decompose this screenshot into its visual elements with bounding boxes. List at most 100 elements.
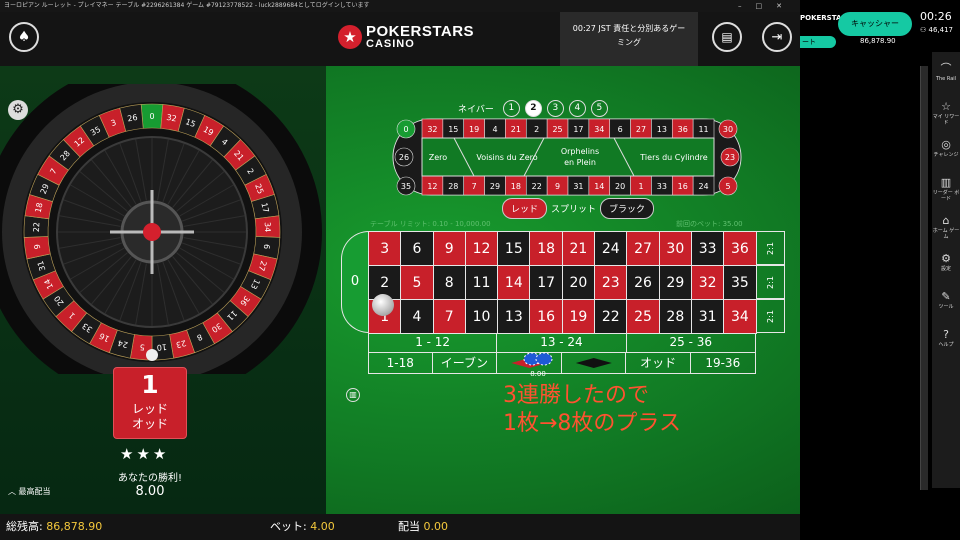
number-cell[interactable]: 22 — [595, 300, 628, 334]
neighbours-option[interactable]: 1 — [502, 100, 520, 117]
chip-stack[interactable]: 8.00 — [520, 351, 556, 379]
number-cell[interactable]: 21 — [562, 232, 596, 266]
lobby-menu-item[interactable]: ✎ ツール — [932, 290, 960, 310]
racetrack-label: 7 — [472, 182, 477, 191]
number-cell[interactable]: 26 — [627, 266, 660, 300]
number-cell[interactable]: 7 — [433, 300, 466, 334]
color-toggle[interactable]: レッド スプリット ブラック — [502, 198, 655, 219]
section-orphelins[interactable]: Orphelins — [561, 147, 599, 156]
dozen-bet[interactable]: 13 - 24 — [497, 333, 627, 353]
neighbours-option[interactable]: 4 — [568, 100, 586, 117]
statistics-icon[interactable]: ▥ — [346, 388, 360, 402]
number-cell[interactable]: 16 — [530, 300, 563, 334]
toggle-split[interactable]: スプリット — [551, 202, 596, 215]
maximize-icon[interactable]: □ — [756, 2, 777, 10]
minimize-icon[interactable]: – — [738, 2, 756, 10]
lobby-menu-item[interactable]: ▥ リーダー ボード — [932, 176, 960, 202]
window-controls[interactable]: –□✕ — [738, 0, 796, 12]
star-logo-icon: ★ — [338, 25, 362, 49]
lobby-menu-item[interactable]: ? ヘルプ — [932, 328, 960, 348]
bet-black[interactable] — [561, 353, 627, 374]
bet-high[interactable]: 19-36 — [690, 353, 756, 374]
lobby-menu-item[interactable]: ⌒ The Rail — [932, 62, 960, 82]
neighbours-option[interactable]: 3 — [546, 100, 564, 117]
number-cell[interactable]: 5 — [401, 266, 434, 300]
number-cell[interactable]: 4 — [401, 300, 434, 334]
lobby-cashier-button[interactable]: キャッシャー — [838, 12, 912, 36]
number-cell[interactable]: 14 — [498, 266, 531, 300]
dozen-bet[interactable]: 1 - 12 — [368, 333, 498, 353]
number-cell[interactable]: 28 — [659, 300, 692, 334]
wheel-pocket-label: 32 — [166, 113, 178, 124]
spade-icon: ♠ — [17, 29, 31, 45]
number-cell[interactable]: 20 — [562, 266, 596, 300]
number-cell[interactable]: 19 — [562, 300, 596, 334]
racetrack-label: 1 — [638, 182, 643, 191]
number-cell[interactable]: 23 — [595, 266, 628, 300]
number-cell[interactable]: 33 — [691, 232, 725, 266]
payout-value: 0.00 — [423, 520, 449, 533]
section-tiers[interactable]: Tiers du Cylindre — [639, 153, 708, 162]
zero-cell[interactable]: 0 — [341, 231, 369, 333]
number-cell[interactable]: 35 — [724, 266, 757, 300]
racetrack-label: 2 — [534, 125, 539, 134]
number-cell[interactable]: 27 — [627, 232, 660, 266]
exit-icon: ⇥ — [771, 29, 783, 45]
number-cell[interactable]: 25 — [627, 300, 660, 334]
cashier-button[interactable]: ▤ — [712, 22, 742, 52]
lobby-menu-item[interactable]: ☆ マイ リワード — [932, 100, 960, 126]
lobby-button[interactable]: ♠ — [9, 22, 39, 52]
number-cell[interactable]: 18 — [530, 232, 563, 266]
number-cell[interactable]: 15 — [498, 232, 531, 266]
number-cell[interactable]: 11 — [465, 266, 499, 300]
brand-name: POKERSTARS — [366, 23, 475, 40]
annotation-line2: 1枚→8枚のプラス — [503, 411, 681, 436]
number-cell[interactable]: 13 — [498, 300, 531, 334]
column-bet[interactable]: 2:1 — [757, 231, 785, 265]
number-cell[interactable]: 34 — [724, 300, 757, 334]
max-payout-toggle[interactable]: ︿ 最高配当 — [8, 486, 51, 497]
tool-icon: ✎ — [941, 290, 951, 303]
racetrack[interactable]: 32 15 19 4 21 2 25 17 34 6 27 13 36 110 30 12 28 7 29 18 22… — [392, 118, 742, 196]
number-cell[interactable]: 8 — [433, 266, 466, 300]
racetrack-label: 5 — [725, 182, 730, 191]
number-cell[interactable]: 24 — [595, 232, 628, 266]
racetrack-label: 21 — [511, 125, 521, 134]
number-cell[interactable]: 30 — [659, 232, 692, 266]
lobby-scrollbar[interactable] — [920, 66, 928, 490]
dozen-bet[interactable]: 25 - 36 — [626, 333, 756, 353]
column-bet[interactable]: 2:1 — [757, 299, 785, 333]
lobby-menu-item[interactable]: ⚙ 設定 — [932, 252, 960, 272]
number-cell[interactable]: 3 — [369, 232, 402, 266]
bet-low[interactable]: 1-18 — [368, 353, 433, 374]
racetrack-label: 11 — [698, 125, 708, 134]
lobby-menu-item[interactable]: ◎ チャレンジ — [932, 138, 960, 158]
number-cell[interactable]: 32 — [691, 266, 725, 300]
column-bet[interactable]: 2:1 — [757, 265, 785, 299]
toggle-red[interactable]: レッド — [502, 198, 548, 219]
close-icon[interactable]: ✕ — [776, 2, 796, 10]
number-cell[interactable]: 10 — [465, 300, 499, 334]
lobby-tab[interactable]: ート — [800, 36, 836, 48]
toggle-black[interactable]: ブラック — [600, 198, 655, 219]
bet-odd[interactable]: オッド — [626, 353, 691, 374]
bet-even[interactable]: イーブン — [432, 353, 498, 374]
number-cell[interactable]: 31 — [691, 300, 725, 334]
number-cell[interactable]: 17 — [530, 266, 563, 300]
section-voisins[interactable]: Voisins du Zero — [476, 153, 537, 162]
racetrack-label: 23 — [725, 153, 735, 162]
number-cell[interactable]: 29 — [659, 266, 692, 300]
players-icon: ⚇ — [920, 26, 929, 34]
number-cell[interactable]: 36 — [724, 232, 757, 266]
lobby-panel: POKERSTARS ート キャッシャー 86,878.90 00:26 ⚇ 4… — [800, 0, 960, 540]
neighbours-option[interactable]: 5 — [590, 100, 608, 117]
number-cell[interactable]: 6 — [401, 232, 434, 266]
number-cell[interactable]: 12 — [465, 232, 499, 266]
neighbours-option-selected[interactable]: 2 — [524, 100, 542, 117]
pokerstars-casino-logo: ★ POKERSTARS CASINO — [338, 24, 474, 50]
racetrack-label: 27 — [636, 125, 646, 134]
lobby-menu-item[interactable]: ⌂ ホーム ゲーム — [932, 214, 960, 240]
section-zero[interactable]: Zero — [429, 153, 448, 162]
exit-button[interactable]: ⇥ — [762, 22, 792, 52]
number-cell[interactable]: 9 — [433, 232, 466, 266]
